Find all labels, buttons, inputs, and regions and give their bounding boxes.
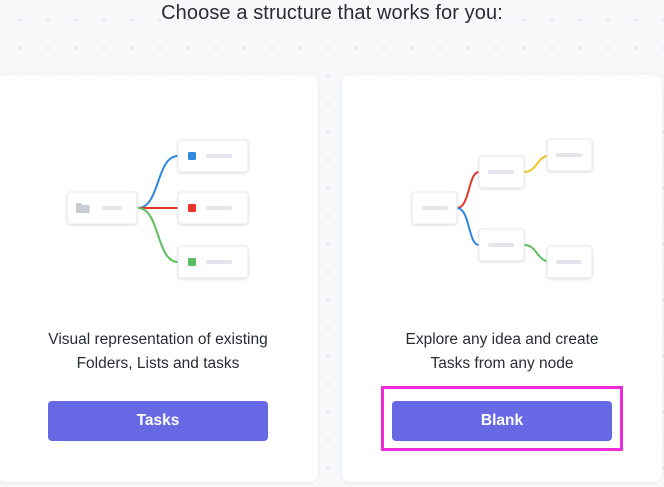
tasks-option-description: Visual representation of existing Folder… — [0, 328, 318, 376]
tasks-mindmap-illustration — [66, 139, 249, 279]
description-line: Visual representation of existing — [48, 331, 268, 348]
page-title: Choose a structure that works for you: — [161, 2, 503, 24]
blue-connector — [137, 155, 179, 209]
green-connector — [137, 207, 179, 263]
description-line: Folders, Lists and tasks — [76, 355, 240, 372]
blank-button[interactable]: Blank — [392, 401, 612, 441]
blank-option-card[interactable]: Explore any idea and create Tasks from a… — [342, 75, 662, 482]
tasks-option-card[interactable]: Visual representation of existing Folder… — [0, 75, 318, 482]
blank-option-description: Explore any idea and create Tasks from a… — [342, 328, 662, 376]
tasks-button[interactable]: Tasks — [48, 401, 268, 441]
red-connector — [456, 171, 480, 209]
blue-connector — [456, 207, 480, 246]
description-line: Tasks from any node — [430, 355, 574, 372]
description-line: Explore any idea and create — [405, 331, 599, 348]
blank-mindmap-illustration — [411, 138, 593, 279]
